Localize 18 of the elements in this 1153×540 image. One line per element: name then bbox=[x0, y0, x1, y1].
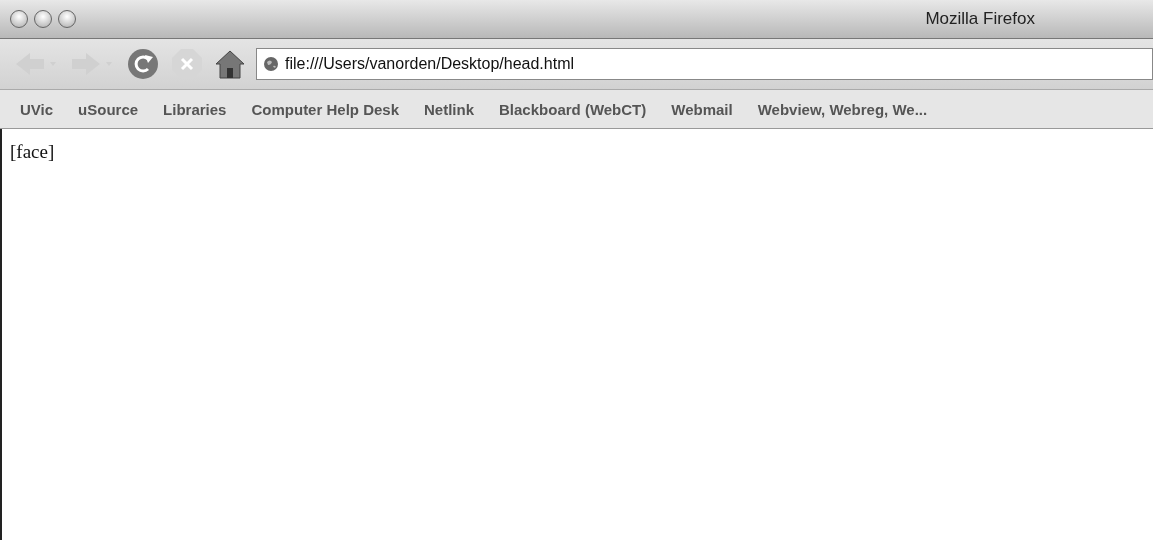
bookmark-link[interactable]: Libraries bbox=[163, 100, 227, 118]
globe-icon bbox=[263, 56, 279, 72]
address-field[interactable]: file:///Users/vanorden/Desktop/head.html bbox=[256, 48, 1153, 80]
page-text: [face] bbox=[10, 141, 55, 162]
close-button[interactable] bbox=[10, 10, 28, 28]
bookmark-link[interactable]: Blackboard (WebCT) bbox=[499, 100, 647, 118]
zoom-button[interactable] bbox=[58, 10, 76, 28]
bookmark-link[interactable]: Webmail bbox=[671, 100, 733, 118]
bookmark-link[interactable]: UVic bbox=[20, 100, 54, 118]
bookmark-link[interactable]: Netlink bbox=[424, 100, 475, 118]
bookmark-link[interactable]: Computer Help Desk bbox=[251, 100, 399, 118]
minimize-button[interactable] bbox=[34, 10, 52, 28]
url-text: file:///Users/vanorden/Desktop/head.html bbox=[285, 55, 575, 73]
home-icon[interactable] bbox=[214, 48, 246, 80]
window-title: Mozilla Firefox bbox=[925, 9, 1035, 29]
bookmark-link[interactable]: Webview, Webreg, We... bbox=[757, 100, 928, 118]
reload-button[interactable] bbox=[126, 47, 160, 81]
bookmark-link[interactable]: uSource bbox=[78, 100, 139, 118]
